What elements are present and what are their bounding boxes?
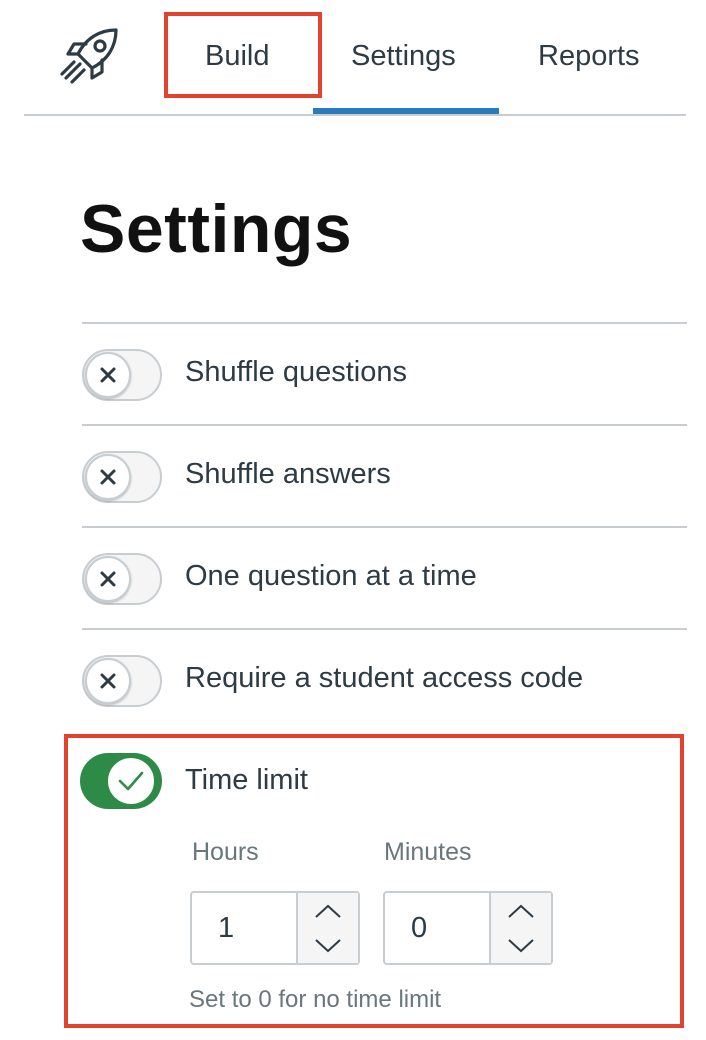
- minutes-stepper: 0: [383, 891, 553, 965]
- setting-label: Shuffle answers: [185, 458, 391, 490]
- toggle-knob: [85, 556, 131, 602]
- hours-stepper-arrows: [296, 893, 358, 963]
- hours-decrement-button[interactable]: [298, 928, 358, 963]
- setting-shuffle-answers: Shuffle answers: [82, 424, 687, 526]
- chevron-up-icon: [315, 904, 341, 918]
- close-icon: [100, 673, 116, 689]
- tab-reports[interactable]: Reports: [538, 36, 640, 76]
- toggle-knob: [85, 352, 131, 398]
- minutes-label: Minutes: [384, 838, 472, 866]
- setting-label: Require a student access code: [185, 662, 584, 694]
- toggle-knob: [85, 658, 131, 704]
- hours-stepper: 1: [190, 891, 360, 965]
- toggle-knob: [85, 454, 131, 500]
- close-icon: [100, 571, 116, 587]
- chevron-up-icon: [508, 904, 534, 918]
- build-tab-highlight: [164, 12, 322, 98]
- require-access-code-toggle[interactable]: [82, 655, 162, 707]
- hours-input[interactable]: 1: [194, 893, 294, 963]
- minutes-increment-button[interactable]: [491, 893, 551, 928]
- setting-label: Shuffle questions: [185, 356, 407, 388]
- time-limit-toggle[interactable]: [80, 753, 162, 809]
- minutes-decrement-button[interactable]: [491, 928, 551, 963]
- tab-settings[interactable]: Settings: [351, 36, 456, 76]
- close-icon: [100, 367, 116, 383]
- hours-increment-button[interactable]: [298, 893, 358, 928]
- shuffle-questions-toggle[interactable]: [82, 349, 162, 401]
- setting-shuffle-questions: Shuffle questions: [82, 322, 687, 424]
- minutes-stepper-arrows: [489, 893, 551, 963]
- toggle-knob: [106, 756, 156, 806]
- chevron-down-icon: [508, 938, 534, 952]
- checkmark-icon: [118, 771, 144, 791]
- close-icon: [100, 469, 116, 485]
- shuffle-answers-toggle[interactable]: [82, 451, 162, 503]
- setting-label: One question at a time: [185, 560, 477, 592]
- top-navigation: Build Settings Reports: [0, 0, 706, 116]
- one-question-at-a-time-toggle[interactable]: [82, 553, 162, 605]
- rocket-icon[interactable]: [56, 26, 122, 88]
- settings-list: Shuffle questions Shuffle answers One qu…: [82, 322, 687, 730]
- time-limit-hint: Set to 0 for no time limit: [189, 986, 442, 1013]
- setting-require-access-code: Require a student access code: [82, 628, 687, 730]
- nav-divider: [24, 114, 686, 116]
- chevron-down-icon: [315, 938, 341, 952]
- page-title: Settings: [80, 191, 353, 267]
- minutes-input[interactable]: 0: [387, 893, 487, 963]
- hours-label: Hours: [192, 838, 259, 866]
- setting-one-question-at-a-time: One question at a time: [82, 526, 687, 628]
- time-limit-label: Time limit: [185, 764, 308, 796]
